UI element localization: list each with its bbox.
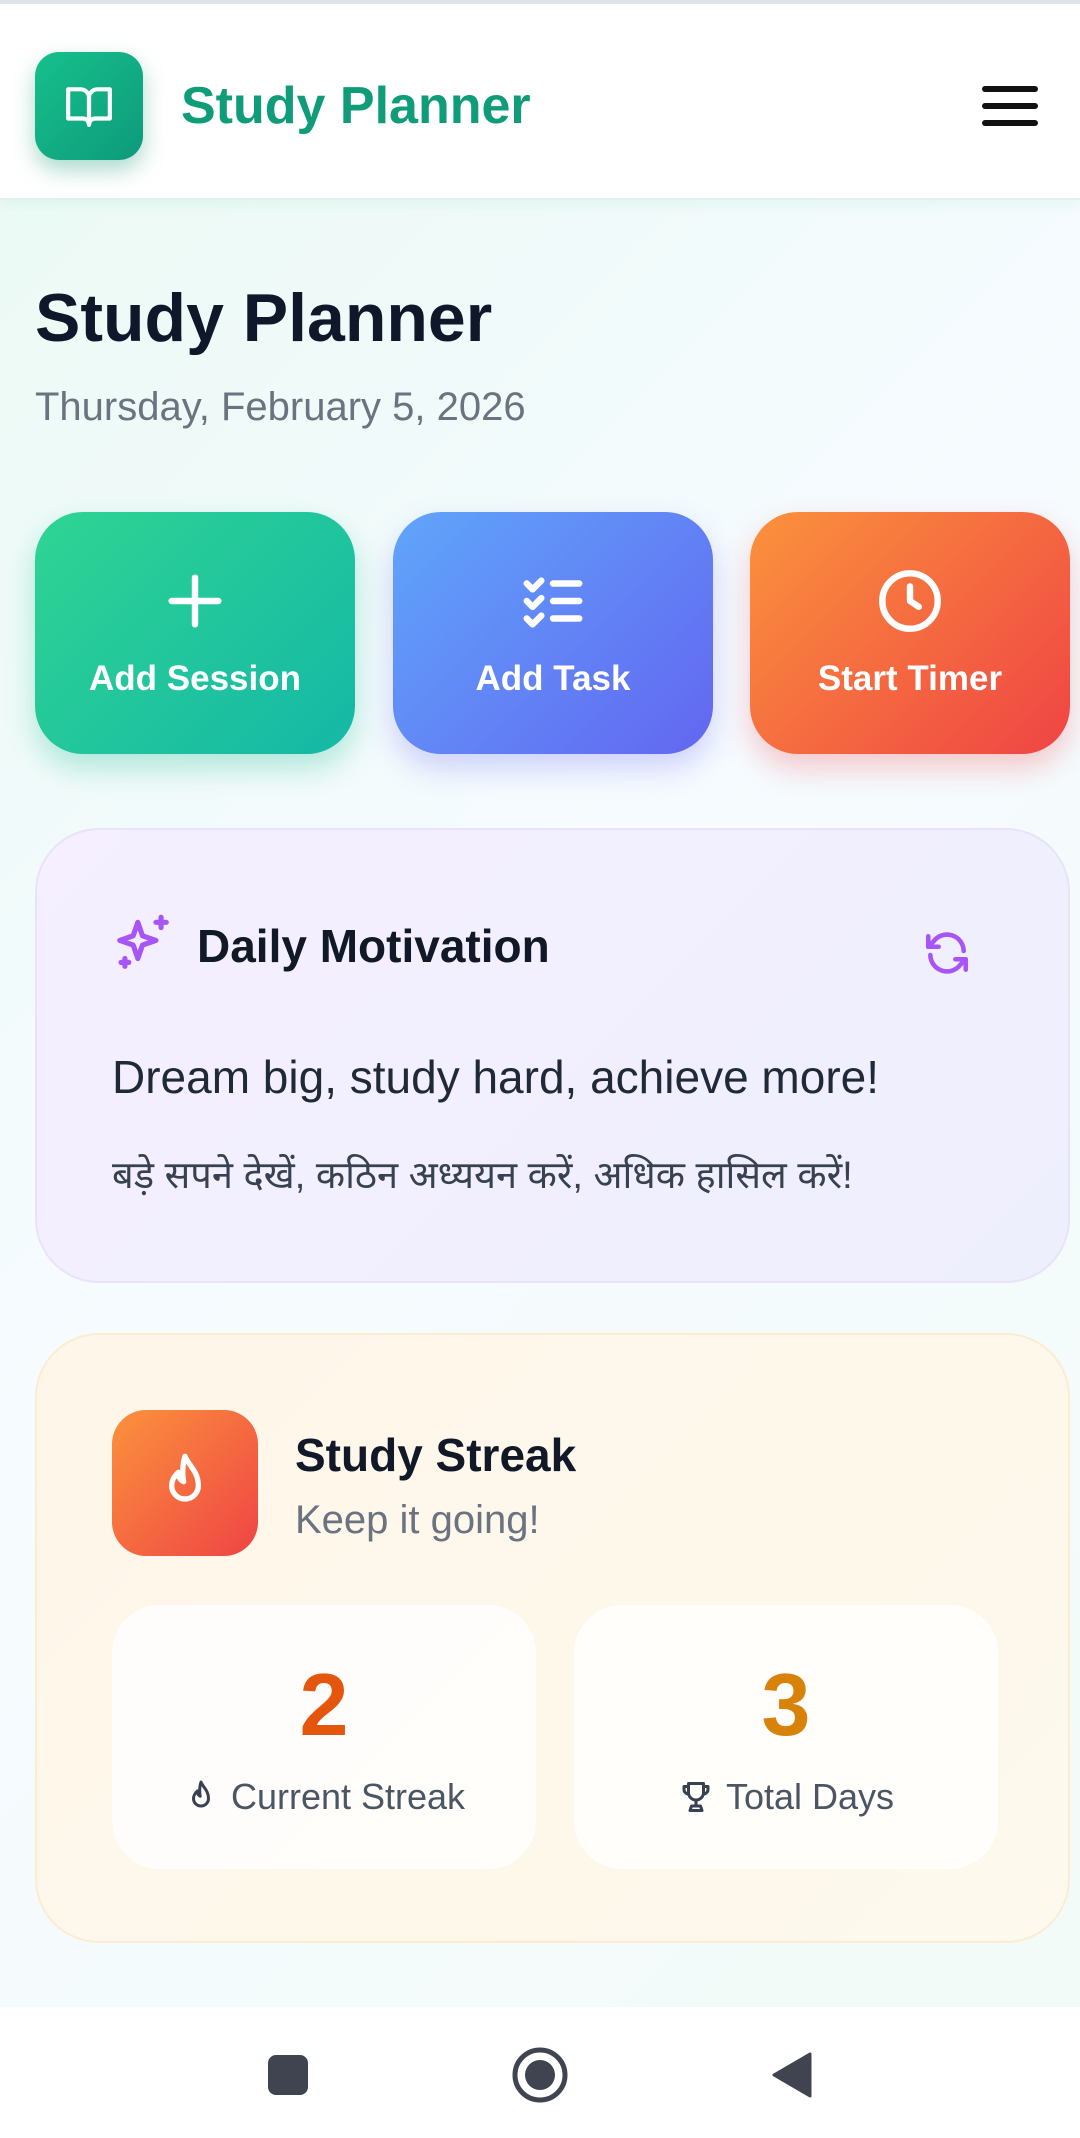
app-logo[interactable]: [35, 52, 143, 160]
page-date: Thursday, February 5, 2026: [35, 385, 526, 429]
app-header: Study Planner: [0, 0, 1080, 200]
back-button[interactable]: [762, 2045, 822, 2105]
total-days-label-row: Total Days: [678, 1775, 894, 1819]
streak-title: Study Streak: [295, 1429, 577, 1481]
add-session-button[interactable]: Add Session: [35, 512, 355, 754]
quote-english: Dream big, study hard, achieve more!: [112, 1051, 880, 1103]
sparkles-icon: [117, 914, 169, 969]
quote-hindi: बड़े सपने देखें, कठिन अध्ययन करें, अधिक …: [112, 1155, 853, 1197]
start-timer-button[interactable]: Start Timer: [750, 512, 1070, 754]
current-streak-value: 2: [299, 1655, 349, 1754]
current-streak-label-row: Current Streak: [183, 1775, 465, 1819]
current-streak-label: Current Streak: [230, 1776, 466, 1817]
study-planner-screen: Study Planner Study Planner Thursday, Fe…: [0, 0, 1080, 2138]
streak-subtitle: Keep it going!: [295, 1498, 540, 1542]
trophy-icon: [682, 1782, 710, 1812]
home-button[interactable]: [510, 2045, 570, 2105]
flame-icon: [191, 1780, 210, 1808]
total-days-value: 3: [761, 1655, 811, 1754]
flame-icon: [169, 1453, 201, 1502]
recents-square-icon: [268, 2055, 308, 2095]
page-title: Study Planner: [35, 280, 493, 356]
current-streak-stat: 2 Current Streak: [112, 1605, 536, 1869]
recents-button[interactable]: [258, 2045, 318, 2105]
open-book-icon: [66, 87, 112, 127]
back-triangle-icon: [772, 2052, 812, 2098]
app-name: Study Planner: [181, 77, 531, 135]
clock-icon: [879, 570, 941, 632]
home-circle-icon: [512, 2047, 568, 2103]
add-session-label: Add Session: [89, 659, 301, 698]
total-days-stat: 3 Total Days: [574, 1605, 998, 1869]
add-task-button[interactable]: Add Task: [393, 512, 713, 754]
add-task-label: Add Task: [475, 659, 631, 698]
study-streak-card: Study Streak Keep it going! 2 Current St…: [35, 1333, 1070, 1943]
streak-badge: [112, 1410, 258, 1556]
refresh-icon: [925, 932, 969, 974]
daily-motivation-card: Daily Motivation Dream big, study hard, …: [35, 828, 1070, 1283]
start-timer-label: Start Timer: [817, 659, 1003, 698]
motivation-title: Daily Motivation: [197, 920, 550, 972]
system-navigation-bar: [0, 2007, 1080, 2138]
hamburger-menu-icon: [982, 86, 1038, 126]
total-days-label: Total Days: [725, 1776, 895, 1817]
checklist-icon: [523, 577, 583, 628]
refresh-quote-button[interactable]: [922, 928, 972, 978]
plus-icon: [168, 574, 222, 628]
menu-button[interactable]: [978, 74, 1042, 138]
